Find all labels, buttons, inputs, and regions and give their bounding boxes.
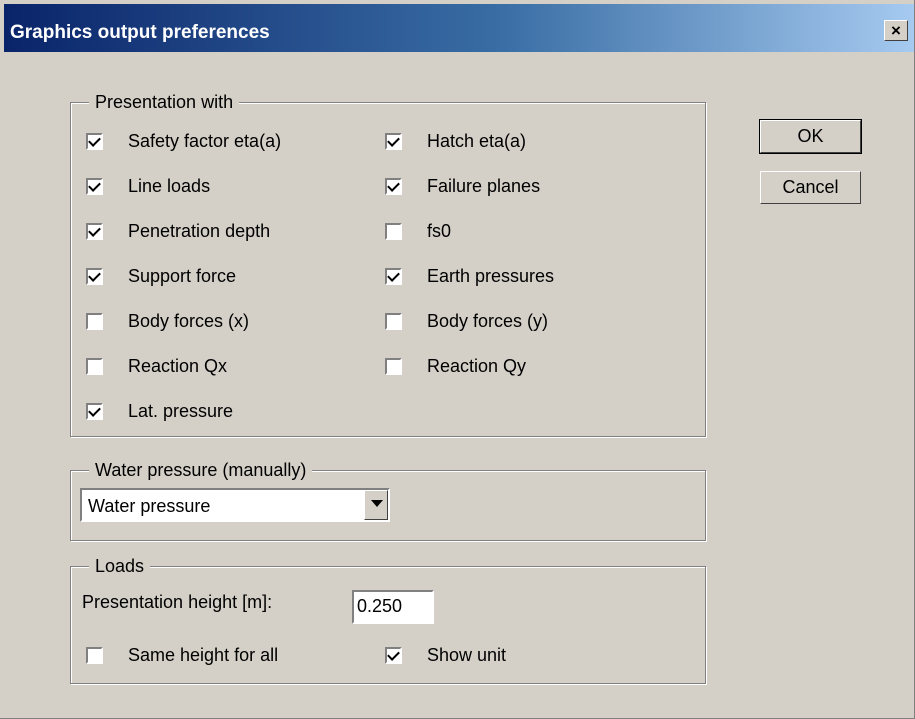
presentation-left-checkbox-label: Lat. pressure [128,401,234,421]
presentation-right-checkbox-label: fs0 [427,221,452,241]
presentation-left-checkbox-4[interactable]: Support force [86,266,236,287]
dialog-window: Graphics output preferences × Presentati… [0,0,915,719]
presentation-left-checkbox-box[interactable] [86,358,103,375]
presentation-right-checkbox-label: Failure planes [427,176,541,196]
presentation-right-checkbox-6[interactable]: Reaction Qy [385,356,526,377]
presentation-left-checkbox-7[interactable]: Lat. pressure [86,401,233,422]
loads-group: Loads [70,555,706,684]
cancel-button[interactable]: Cancel [760,171,861,204]
dialog-title: Graphics output preferences [10,22,270,43]
presentation-left-checkbox-label: Reaction Qx [128,356,228,376]
presentation-right-checkbox-label: Reaction Qy [427,356,527,376]
ok-button[interactable]: OK [759,119,862,154]
presentation-left-checkbox-box[interactable] [86,178,103,195]
presentation-right-checkbox-box[interactable] [385,133,402,150]
presentation-right-checkbox-1[interactable]: Hatch eta(a) [385,131,526,152]
presentation-left-checkbox-box[interactable] [86,268,103,285]
same-height-checkbox[interactable]: Same height for all [86,645,278,666]
presentation-left-checkbox-2[interactable]: Line loads [86,176,210,197]
presentation-left-checkbox-label: Body forces (x) [128,311,250,331]
presentation-left-checkbox-box[interactable] [86,133,103,150]
presentation-left-checkbox-1[interactable]: Safety factor eta(a) [86,131,281,152]
presentation-left-checkbox-label: Line loads [128,176,211,196]
presentation-right-checkbox-4[interactable]: Earth pressures [385,266,554,287]
presentation-left-checkbox-label: Safety factor eta(a) [128,131,282,151]
water-pressure-legend: Water pressure (manually) [89,459,313,481]
same-height-checkbox-box[interactable] [86,647,103,664]
title-bar: Graphics output preferences × [4,4,914,52]
presentation-left-checkbox-box[interactable] [86,313,103,330]
presentation-right-checkbox-box[interactable] [385,178,402,195]
presentation-left-checkbox-box[interactable] [86,223,103,240]
close-button[interactable]: × [884,20,908,41]
presentation-right-checkbox-box[interactable] [385,223,402,240]
presentation-left-checkbox-3[interactable]: Penetration depth [86,221,270,242]
show-unit-label: Show unit [427,645,507,665]
chevron-down-icon[interactable] [364,490,388,520]
presentation-height-input[interactable]: 0.250 [352,590,434,624]
show-unit-checkbox-box[interactable] [385,647,402,664]
presentation-right-checkbox-box[interactable] [385,268,402,285]
presentation-left-checkbox-6[interactable]: Reaction Qx [86,356,227,377]
loads-legend: Loads [89,555,151,577]
presentation-legend: Presentation with [89,91,240,113]
presentation-right-checkbox-label: Body forces (y) [427,311,549,331]
presentation-right-checkbox-label: Earth pressures [427,266,555,286]
presentation-right-checkbox-box[interactable] [385,358,402,375]
presentation-right-checkbox-2[interactable]: Failure planes [385,176,540,197]
water-pressure-selected: Water pressure [88,496,211,516]
presentation-right-checkbox-5[interactable]: Body forces (y) [385,311,548,332]
water-pressure-select[interactable]: Water pressure [80,488,390,522]
presentation-right-checkbox-label: Hatch eta(a) [427,131,527,151]
presentation-height-label: Presentation height [m]: [82,592,273,612]
presentation-left-checkbox-5[interactable]: Body forces (x) [86,311,249,332]
show-unit-checkbox[interactable]: Show unit [385,645,506,666]
presentation-left-checkbox-label: Support force [128,266,237,286]
presentation-left-checkbox-label: Penetration depth [128,221,271,241]
presentation-right-checkbox-3[interactable]: fs0 [385,221,451,242]
presentation-right-checkbox-box[interactable] [385,313,402,330]
presentation-left-checkbox-box[interactable] [86,403,103,420]
same-height-label: Same height for all [128,645,279,665]
